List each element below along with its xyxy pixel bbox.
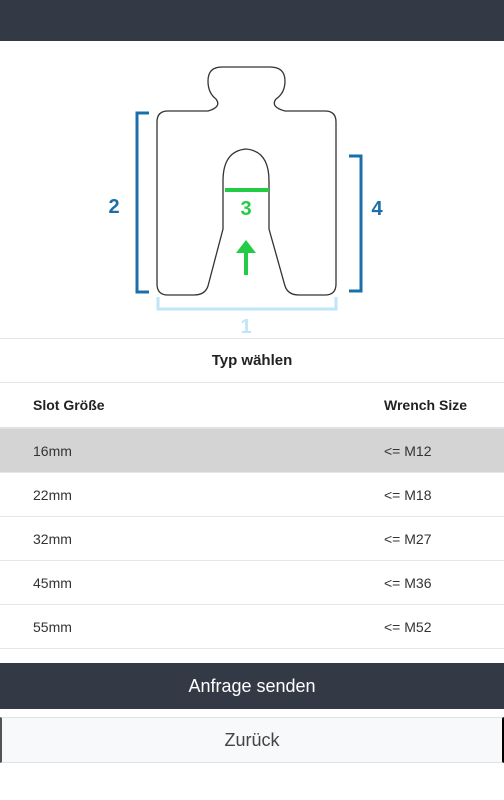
wrench-size-cell: <= M36 [384,560,504,605]
back-button[interactable]: Zurück [0,717,504,763]
dimension-1-bracket [156,297,338,311]
dimension-1-label: 1 [240,316,251,338]
slot-size-table: Slot Größe Wrench Size 16mm <= M12 22mm … [0,383,504,649]
slot-size-cell: 22mm [0,472,384,517]
slot-size-cell: 16mm [0,428,384,473]
table-row[interactable]: 22mm <= M18 [0,472,504,517]
slot-diagram-svg: 2 4 1 3 [108,66,383,338]
slot-diagram: 2 4 1 3 [0,41,504,338]
dimension-4-bracket [349,154,363,293]
slot-size-cell: 32mm [0,516,384,561]
slot-size-cell: 45mm [0,560,384,605]
table-row[interactable]: 55mm <= M52 [0,604,504,649]
dimension-2-bracket [135,111,149,294]
column-header-slot-size: Slot Größe [0,383,384,429]
table-header-row: Slot Größe Wrench Size [0,383,504,429]
column-header-wrench-size: Wrench Size [384,383,504,429]
top-app-bar [0,0,504,41]
wrench-size-cell: <= M12 [384,428,504,473]
wrench-size-cell: <= M52 [384,604,504,649]
slot-size-cell: 55mm [0,604,384,649]
send-request-button[interactable]: Anfrage senden [0,663,504,709]
table-row[interactable]: 45mm <= M36 [0,560,504,605]
dimension-3-label: 3 [240,198,251,220]
table-row[interactable]: 32mm <= M27 [0,516,504,561]
insert-direction-arrow-icon [236,240,256,275]
dimension-4-label: 4 [371,198,383,220]
wrench-size-cell: <= M18 [384,472,504,517]
table-row[interactable]: 16mm <= M12 [0,428,504,473]
dimension-2-label: 2 [108,196,119,218]
wrench-size-cell: <= M27 [384,516,504,561]
section-title: Typ wählen [0,338,504,383]
